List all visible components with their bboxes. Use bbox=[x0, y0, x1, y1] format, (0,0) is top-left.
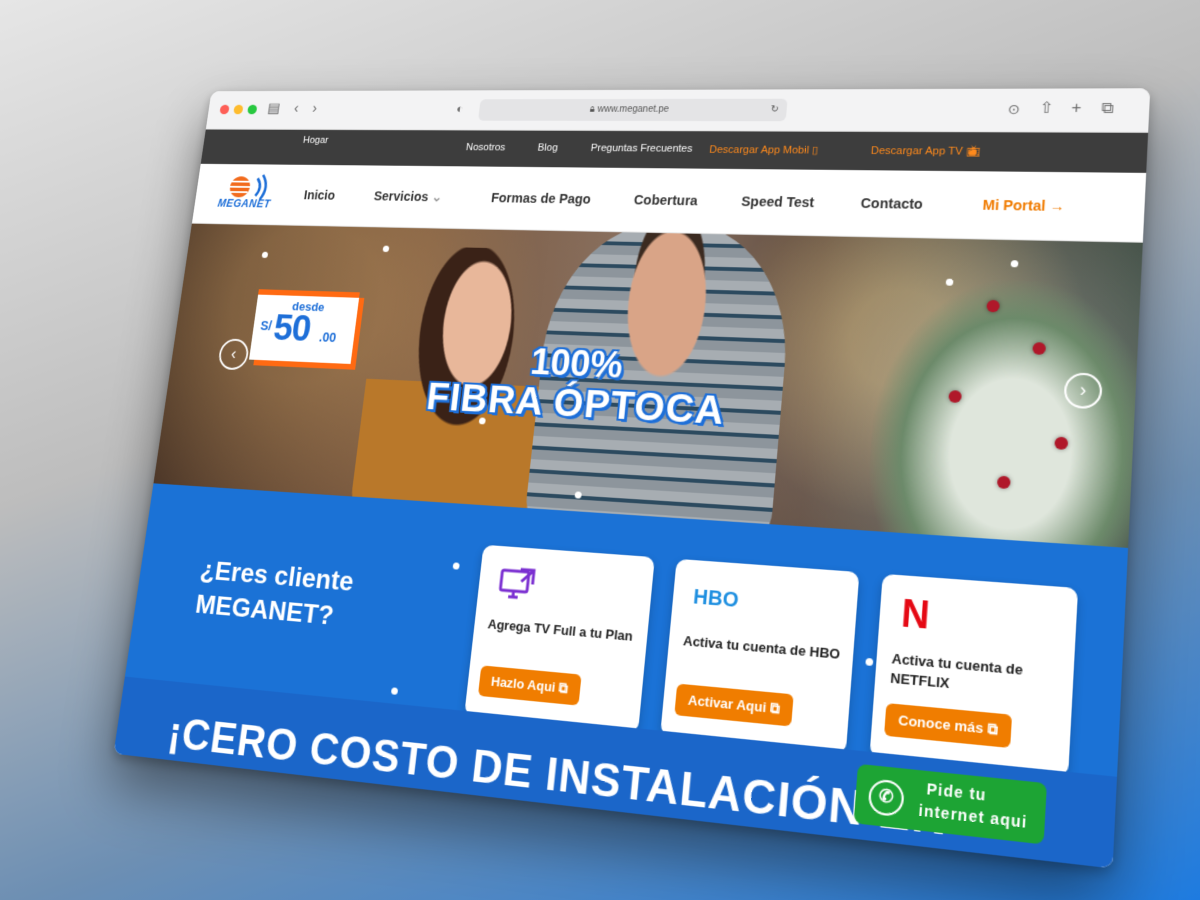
hazlo-aqui-label: Hazlo Aqui bbox=[490, 673, 557, 695]
chevron-down-icon: ⌄ bbox=[430, 189, 444, 205]
download-mobile-app-label: Descargar App Mobil bbox=[708, 144, 810, 157]
browser-window: ▤ ‹ › ◐ 🔒︎ www.meganet.pe ↻ ⊙ ⇧ + ⧉ Hoga… bbox=[113, 88, 1151, 869]
price-tag: desde S/ 50 .00 bbox=[249, 289, 360, 364]
forward-icon[interactable]: › bbox=[311, 100, 318, 117]
conoce-mas-label: Conoce más bbox=[897, 711, 984, 737]
chevron-left-icon: ‹ bbox=[229, 344, 238, 363]
download-tv-app-label: Descargar App TV bbox=[870, 145, 964, 158]
slider-prev-button[interactable]: ‹ bbox=[217, 338, 251, 371]
topbar-link-faq[interactable]: Preguntas Frecuentes bbox=[590, 143, 693, 155]
nav-item-servicios-label: Servicios bbox=[373, 188, 430, 204]
external-link-icon: ⧉ bbox=[987, 720, 999, 738]
nav-item-speed-test[interactable]: Speed Test bbox=[741, 194, 815, 210]
minimize-window-button[interactable] bbox=[233, 104, 244, 115]
reload-icon[interactable]: ↻ bbox=[770, 99, 780, 121]
snowflake-dot bbox=[390, 687, 399, 695]
christmas-tree-image bbox=[862, 276, 1143, 548]
whatsapp-line1: Pide tu bbox=[926, 779, 988, 805]
nav-item-contacto[interactable]: Contacto bbox=[860, 195, 923, 211]
new-tab-icon[interactable]: + bbox=[1071, 99, 1082, 119]
price-amount: 50 bbox=[271, 307, 313, 350]
tv-full-card-text: Agrega TV Full a tu Plan bbox=[487, 616, 634, 644]
logo-text: MEGANET bbox=[216, 197, 272, 211]
netflix-card-text: Activa tu cuenta de NETFLIX bbox=[889, 650, 1024, 692]
external-link-icon: ⧉ bbox=[558, 679, 569, 697]
snowflake-dot bbox=[1010, 260, 1019, 268]
nav-item-formas-de-pago[interactable]: Formas de Pago bbox=[490, 190, 591, 206]
browser-toolbar: ▤ ‹ › ◐ 🔒︎ www.meganet.pe ↻ ⊙ ⇧ + ⧉ bbox=[205, 88, 1151, 133]
price-currency: S/ bbox=[259, 318, 273, 334]
tv-full-card: Agrega TV Full a tu Plan Hazlo Aqui ⧉ bbox=[464, 544, 655, 733]
hero-headline: 100% FIBRA ÓPTOCA bbox=[424, 339, 731, 433]
snowflake-dot bbox=[452, 562, 460, 570]
tv-icon: 📺︎ bbox=[965, 145, 981, 158]
nav-item-inicio[interactable]: Inicio bbox=[303, 188, 336, 203]
client-question: ¿Eres cliente MEGANET? bbox=[193, 553, 356, 635]
download-mobile-app-link[interactable]: Descargar App Mobil ▯ bbox=[709, 143, 819, 156]
hbo-card-text: Activa tu cuenta de HBO bbox=[682, 632, 841, 663]
topbar-link-nosotros[interactable]: Nosotros bbox=[465, 142, 506, 153]
phone-icon: ▯ bbox=[811, 144, 819, 157]
activar-aqui-label: Activar Aqui bbox=[687, 692, 768, 716]
share-icon[interactable]: ⇧ bbox=[1039, 99, 1054, 119]
downloads-icon[interactable]: ⊙ bbox=[1007, 99, 1021, 118]
activar-aqui-button[interactable]: Activar Aqui ⧉ bbox=[674, 683, 794, 727]
hbo-card: HBO Activa tu cuenta de HBO Activar Aqui… bbox=[660, 558, 860, 754]
nav-item-servicios[interactable]: Servicios ⌄ bbox=[373, 189, 443, 205]
background: ▤ ‹ › ◐ 🔒︎ www.meganet.pe ↻ ⊙ ⇧ + ⧉ Hoga… bbox=[0, 0, 1200, 900]
hbo-logo: HBO bbox=[692, 585, 740, 613]
address-text: www.meganet.pe bbox=[596, 104, 670, 115]
whatsapp-line2: internet aqui bbox=[917, 801, 1029, 832]
topbar-link-blog[interactable]: Blog bbox=[537, 142, 558, 153]
netflix-logo: N bbox=[899, 591, 932, 638]
mi-portal-link[interactable]: Mi Portal → bbox=[982, 197, 1065, 214]
snowflake-dot bbox=[382, 245, 390, 253]
whatsapp-icon: ✆ bbox=[867, 778, 905, 818]
close-window-button[interactable] bbox=[219, 104, 230, 115]
nav-item-cobertura[interactable]: Cobertura bbox=[633, 192, 698, 208]
snowflake-dot bbox=[865, 657, 874, 667]
chevron-right-icon: › bbox=[1079, 379, 1087, 401]
back-icon[interactable]: ‹ bbox=[293, 100, 300, 117]
hazlo-aqui-button[interactable]: Hazlo Aqui ⧉ bbox=[477, 665, 582, 706]
conoce-mas-button[interactable]: Conoce más ⧉ bbox=[884, 703, 1013, 749]
netflix-card: N Activa tu cuenta de NETFLIX Conoce más… bbox=[869, 573, 1079, 777]
address-bar[interactable]: 🔒︎ www.meganet.pe ↻ bbox=[478, 98, 788, 122]
meganet-logo[interactable]: MEGANET bbox=[216, 171, 280, 216]
snowflake-dot bbox=[261, 251, 269, 259]
price-decimals: .00 bbox=[318, 329, 337, 345]
sidebar-icon[interactable]: ▤ bbox=[266, 100, 282, 117]
privacy-shield-icon[interactable]: ◐ bbox=[455, 100, 465, 118]
tv-external-icon bbox=[496, 564, 538, 603]
maximize-window-button[interactable] bbox=[247, 104, 258, 115]
external-link-icon: ⧉ bbox=[769, 699, 781, 717]
tabs-overview-icon[interactable]: ⧉ bbox=[1101, 99, 1114, 119]
download-tv-app-link[interactable]: Descargar App TV 📺︎ bbox=[870, 144, 981, 157]
topbar-home-link[interactable]: Hogar bbox=[302, 135, 329, 146]
